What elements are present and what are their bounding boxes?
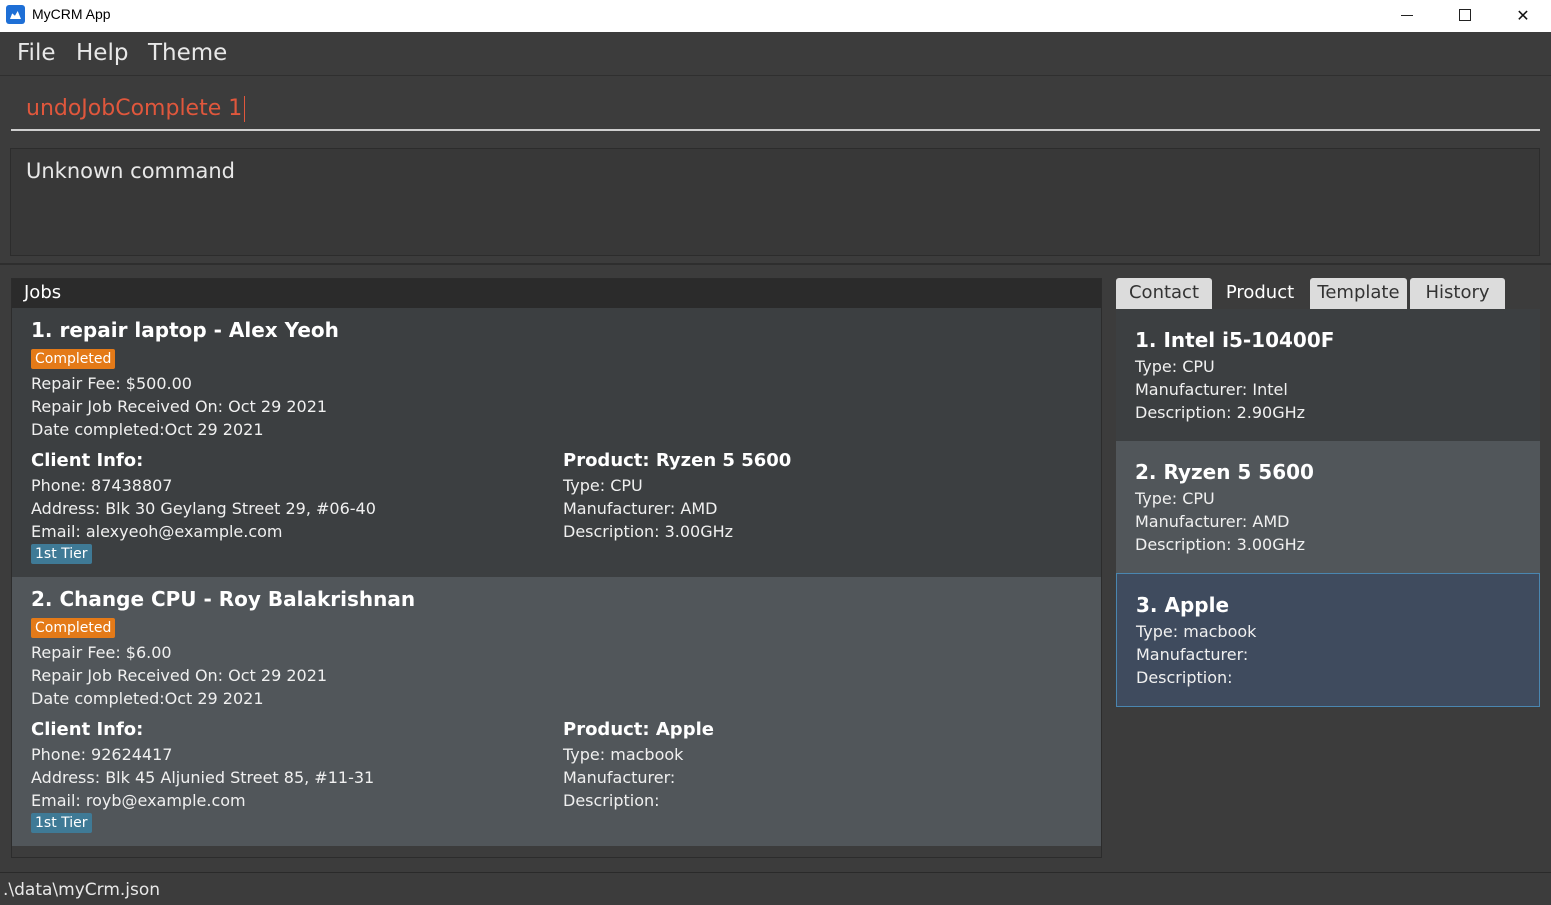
tab-template[interactable]: Template bbox=[1310, 278, 1407, 309]
maximize-button[interactable] bbox=[1436, 0, 1494, 30]
product-manufacturer: Manufacturer: AMD bbox=[563, 499, 718, 518]
product-type: Type: macbook bbox=[1136, 622, 1257, 641]
minimize-button[interactable] bbox=[1378, 0, 1436, 30]
product-heading: Product: Apple bbox=[563, 719, 714, 740]
data-file-path: .\data\myCrm.json bbox=[3, 880, 161, 900]
repair-fee: Repair Fee: $500.00 bbox=[31, 374, 192, 393]
close-button[interactable]: ✕ bbox=[1494, 0, 1551, 30]
tab-contact[interactable]: Contact bbox=[1116, 278, 1212, 309]
received-date: Repair Job Received On: Oct 29 2021 bbox=[31, 397, 328, 416]
product-card[interactable]: 2. Ryzen 5 5600 Type: CPU Manufacturer: … bbox=[1116, 441, 1540, 573]
product-title: 2. Ryzen 5 5600 bbox=[1135, 460, 1314, 484]
product-title: 3. Apple bbox=[1136, 593, 1230, 617]
job-title: 2. Change CPU - Roy Balakrishnan bbox=[31, 587, 416, 611]
client-email: Email: royb@example.com bbox=[31, 791, 246, 810]
client-address: Address: Blk 30 Geylang Street 29, #06-4… bbox=[31, 499, 376, 518]
title-bar: MyCRM App ✕ bbox=[0, 0, 1551, 32]
maximize-icon bbox=[1459, 9, 1471, 21]
product-manufacturer: Manufacturer: AMD bbox=[1135, 512, 1290, 531]
product-title: 1. Intel i5-10400F bbox=[1135, 328, 1335, 352]
product-card[interactable]: 1. Intel i5-10400F Type: CPU Manufacture… bbox=[1116, 309, 1540, 441]
menu-bar: File Help Theme bbox=[0, 32, 1551, 76]
command-text: undoJobComplete 1 bbox=[26, 96, 243, 121]
job-title: 1. repair laptop - Alex Yeoh bbox=[31, 318, 339, 342]
client-address: Address: Blk 45 Aljunied Street 85, #11-… bbox=[31, 768, 375, 787]
close-icon: ✕ bbox=[1516, 5, 1530, 25]
status-bar: .\data\myCrm.json bbox=[0, 872, 1551, 905]
product-card-selected[interactable]: 3. Apple Type: macbook Manufacturer: Des… bbox=[1116, 573, 1540, 707]
command-area: undoJobComplete 1 bbox=[0, 77, 1551, 140]
product-description: Description: 3.00GHz bbox=[1135, 535, 1306, 554]
tier-badge: 1st Tier bbox=[31, 813, 92, 833]
divider bbox=[0, 263, 1551, 265]
product-type: Type: CPU bbox=[563, 476, 643, 495]
repair-fee: Repair Fee: $6.00 bbox=[31, 643, 172, 662]
product-manufacturer: Manufacturer: Intel bbox=[1135, 380, 1288, 399]
minimize-icon bbox=[1401, 14, 1413, 16]
result-display[interactable]: Unknown command bbox=[10, 148, 1540, 256]
result-text: Unknown command bbox=[26, 159, 235, 183]
product-manufacturer: Manufacturer: bbox=[1136, 645, 1249, 664]
received-date: Repair Job Received On: Oct 29 2021 bbox=[31, 666, 328, 685]
client-info-heading: Client Info: bbox=[31, 719, 144, 740]
menu-file[interactable]: File bbox=[17, 40, 56, 66]
tab-product[interactable]: Product bbox=[1214, 278, 1306, 309]
job-card[interactable]: 2. Change CPU - Roy Balakrishnan Complet… bbox=[12, 577, 1101, 846]
jobs-header: Jobs bbox=[12, 279, 1101, 308]
text-caret bbox=[244, 96, 246, 122]
client-phone: Phone: 87438807 bbox=[31, 476, 173, 495]
jobs-header-label: Jobs bbox=[24, 282, 62, 303]
product-description: Description: bbox=[563, 791, 660, 810]
status-badge: Completed bbox=[31, 618, 116, 638]
product-manufacturer: Manufacturer: bbox=[563, 768, 676, 787]
jobs-panel: Jobs 1. repair laptop - Alex Yeoh Comple… bbox=[11, 278, 1102, 858]
completed-date: Date completed:Oct 29 2021 bbox=[31, 420, 264, 439]
tab-history[interactable]: History bbox=[1410, 278, 1505, 309]
product-type: Type: CPU bbox=[1135, 357, 1215, 376]
window-title: MyCRM App bbox=[32, 6, 111, 22]
product-description: Description: bbox=[1136, 668, 1233, 687]
product-type: Type: CPU bbox=[1135, 489, 1215, 508]
menu-help[interactable]: Help bbox=[76, 40, 128, 66]
completed-date: Date completed:Oct 29 2021 bbox=[31, 689, 264, 708]
product-type: Type: macbook bbox=[563, 745, 684, 764]
client-info-heading: Client Info: bbox=[31, 450, 144, 471]
product-description: Description: 3.00GHz bbox=[563, 522, 734, 541]
product-heading: Product: Ryzen 5 5600 bbox=[563, 450, 792, 471]
product-description: Description: 2.90GHz bbox=[1135, 403, 1306, 422]
command-input[interactable]: undoJobComplete 1 bbox=[11, 89, 1540, 131]
client-email: Email: alexyeoh@example.com bbox=[31, 522, 283, 541]
job-card[interactable]: 1. repair laptop - Alex Yeoh Completed R… bbox=[12, 308, 1101, 577]
tier-badge: 1st Tier bbox=[31, 544, 92, 564]
app-logo-icon bbox=[6, 5, 25, 24]
status-badge: Completed bbox=[31, 349, 116, 369]
tab-bar: Contact Product Template History bbox=[1116, 278, 1540, 309]
menu-theme[interactable]: Theme bbox=[148, 40, 227, 66]
client-phone: Phone: 92624417 bbox=[31, 745, 173, 764]
product-list: 1. Intel i5-10400F Type: CPU Manufacture… bbox=[1116, 309, 1540, 869]
